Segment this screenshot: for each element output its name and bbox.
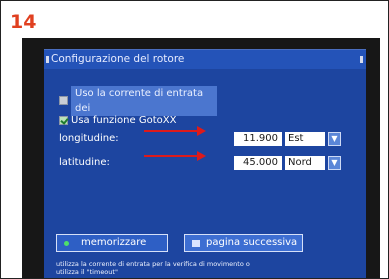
window-corner-icon bbox=[360, 56, 363, 63]
longitude-direction-select[interactable]: Est bbox=[285, 132, 325, 146]
checkbox-checked-icon[interactable] bbox=[59, 116, 68, 125]
help-text: utilizza la corrente di entrata per la v… bbox=[56, 260, 250, 276]
next-page-button[interactable]: pagina successiva bbox=[184, 234, 303, 252]
option-gotoxx[interactable]: Usa funzione GotoXX bbox=[59, 113, 176, 128]
next-page-button-label: pagina successiva bbox=[206, 237, 298, 248]
rotor-config-dialog: Configurazione del rotore Uso la corrent… bbox=[44, 49, 366, 278]
chevron-down-icon[interactable]: ▼ bbox=[328, 156, 341, 170]
longitude-value-field[interactable]: 11.900 bbox=[234, 132, 282, 146]
window-corner-icon bbox=[46, 56, 49, 63]
dialog-title-bar: Configurazione del rotore bbox=[44, 50, 366, 69]
latitude-value-field[interactable]: 45.000 bbox=[234, 156, 282, 170]
longitude-label: longitudine: bbox=[59, 133, 119, 144]
dialog-title: Configurazione del rotore bbox=[51, 53, 185, 65]
step-number: 14 bbox=[10, 11, 37, 33]
latitude-label: latitudine: bbox=[59, 157, 110, 168]
square-icon bbox=[192, 239, 200, 247]
option-label: Usa funzione GotoXX bbox=[71, 115, 177, 126]
option-use-input-current[interactable]: Uso la corrente di entrata dei bbox=[59, 85, 217, 116]
save-button[interactable]: memorizzare bbox=[56, 234, 168, 252]
red-arrow-annotation-icon bbox=[144, 126, 206, 136]
chevron-down-icon[interactable]: ▼ bbox=[328, 132, 341, 146]
latitude-direction-select[interactable]: Nord bbox=[285, 156, 325, 170]
green-dot-icon bbox=[64, 240, 69, 246]
tv-screen-photo: Configurazione del rotore Uso la corrent… bbox=[22, 38, 380, 278]
save-button-label: memorizzare bbox=[81, 237, 147, 248]
checkbox-unchecked-icon[interactable] bbox=[59, 96, 68, 105]
option-label: Uso la corrente di entrata dei bbox=[71, 85, 217, 116]
image-frame: 14 Configurazione del rotore Uso la corr… bbox=[0, 0, 389, 279]
red-arrow-annotation-icon bbox=[144, 151, 206, 161]
